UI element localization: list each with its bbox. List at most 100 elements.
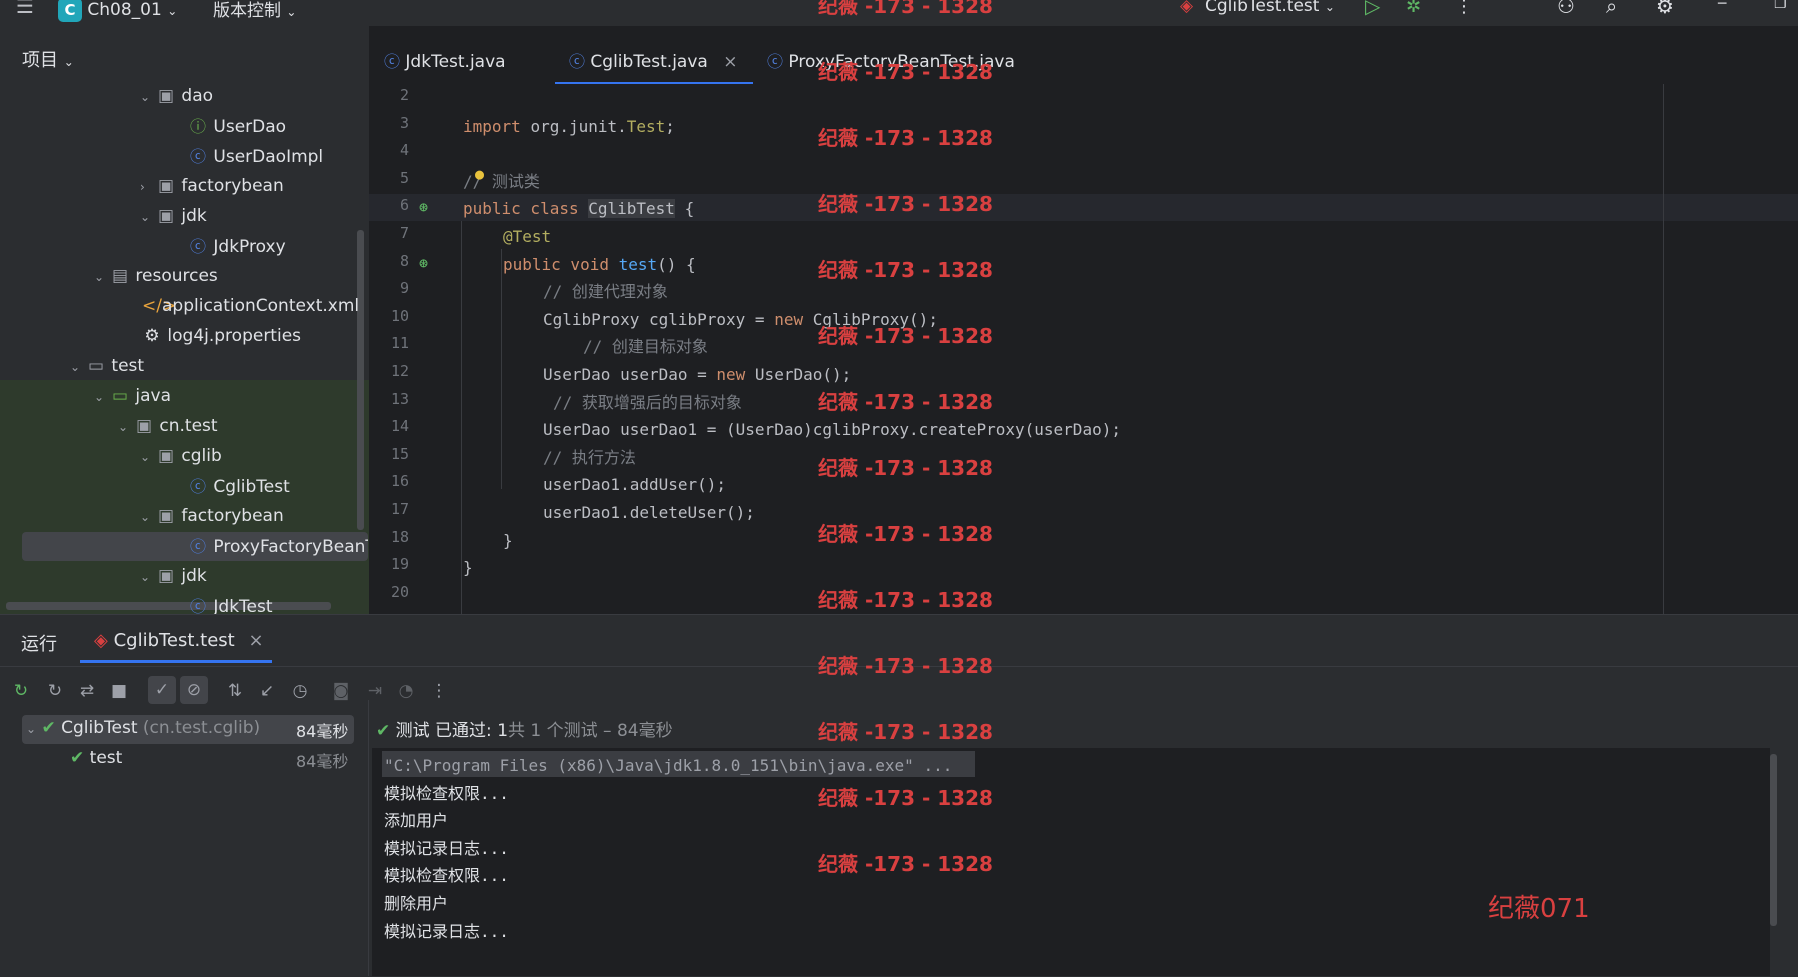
line-number: 16 — [390, 472, 409, 491]
project-title-label: 项目 — [22, 50, 58, 71]
package-icon: ▣ — [157, 506, 175, 526]
chevron-down-icon: ⌄ — [140, 210, 151, 224]
tree-folder-dao[interactable]: ⌄ ▣ dao — [140, 82, 213, 111]
tree-folder-cn-test[interactable]: ⌄ ▣ cn.test — [118, 412, 218, 441]
class-icon: ⓒ — [767, 52, 784, 71]
more-icon[interactable]: ⋮ — [1455, 0, 1473, 17]
show-ignored-icon[interactable]: ⊘ — [180, 676, 208, 704]
tab-cglibtest[interactable]: ⓒ CglibTest.java × — [569, 48, 737, 72]
code-token: UserDao userDao = — [543, 365, 717, 384]
watermark: 纪薇 -173 - 1328 — [818, 852, 993, 876]
code-token: } — [503, 530, 513, 550]
vcs-label: 版本控制 — [213, 1, 281, 21]
tree-folder-factorybean-test[interactable]: ⌄ ▣ factorybean — [140, 502, 284, 531]
close-icon[interactable]: × — [723, 52, 737, 72]
vcs-menu[interactable]: 版本控制 ⌄ — [213, 0, 296, 21]
project-switcher[interactable]: C Ch08_01 ⌄ — [58, 0, 177, 22]
watermark: 纪薇 -173 - 1328 — [818, 258, 993, 282]
line-number: 19 — [390, 555, 409, 574]
run-config-selector[interactable]: CglibTest.test ⌄ — [1205, 0, 1335, 16]
add-user-icon[interactable]: ⚇ — [1557, 0, 1575, 18]
run-icon[interactable]: ▷ — [1365, 0, 1380, 18]
code-line: // 获取增强后的目标对象 — [553, 389, 742, 416]
stop-icon[interactable]: ■ — [108, 680, 130, 702]
camera-icon[interactable]: ◙ — [330, 680, 352, 702]
debug-icon[interactable]: ✲ — [1406, 0, 1421, 17]
export-icon[interactable]: ⇥ — [364, 680, 386, 702]
project-scrollbar[interactable] — [357, 230, 364, 530]
code-token: ; — [665, 116, 675, 136]
code-token: UserDao userDao1 = (UserDao)cglibProxy.c… — [543, 420, 1121, 440]
console-line: 模拟检查权限... — [384, 866, 509, 886]
tree-item-log4j[interactable]: ⚙ log4j.properties — [142, 322, 301, 351]
lightbulb-icon[interactable]: ● — [475, 165, 484, 183]
tree-folder-java[interactable]: ⌄ ▭ java — [94, 382, 171, 411]
chevron-down-icon: ⌄ — [94, 390, 105, 404]
test-child-time: 84毫秒 — [296, 752, 349, 771]
minimize-icon[interactable]: ─ — [1718, 0, 1726, 12]
code-line: userDao1.addUser(); — [543, 471, 726, 498]
active-run-tab-indicator — [80, 660, 272, 663]
test-tree-child[interactable]: ✔ test — [70, 748, 122, 768]
more-icon[interactable]: ⋮ — [428, 680, 450, 702]
code-line: // 创建目标对象 — [583, 333, 708, 360]
chevron-down-icon: ⌄ — [140, 570, 151, 584]
chevron-down-icon: ⌄ — [26, 722, 37, 736]
tree-folder-factorybean[interactable]: › ▣ factorybean — [140, 172, 284, 201]
tree-item-cglibtest[interactable]: ⓒ CglibTest — [188, 472, 290, 501]
toggle-auto-test-icon[interactable]: ⇄ — [76, 680, 98, 702]
tree-item-proxyfactorybeantest[interactable]: ⓒ ProxyFactoryBeanT — [188, 532, 368, 561]
tab-label: JdkTest.java — [405, 52, 506, 72]
code-token: // 获取增强后的目标对象 — [553, 392, 742, 412]
console-output[interactable] — [372, 748, 1770, 976]
sort-icon[interactable]: ⇅ — [224, 680, 246, 702]
line-number: 10 — [390, 306, 409, 325]
line-number: 13 — [390, 389, 409, 408]
show-passed-icon[interactable]: ✓ — [148, 676, 176, 704]
code-lines: 2 3 4 5 6 7 8 9 10 11 12 13 14 15 16 17 18 19 20 import org… — [369, 84, 1798, 614]
tree-item-jdktest[interactable]: ⓒ JdkTest — [188, 592, 273, 614]
project-hscrollbar[interactable] — [6, 602, 331, 610]
rerun-failed-icon[interactable]: ↻ — [44, 680, 66, 702]
code-token: public class — [463, 199, 589, 219]
coverage-icon[interactable]: ◔ — [395, 680, 417, 702]
tree-folder-cglib[interactable]: ⌄ ▣ cglib — [140, 442, 222, 471]
console-line: 模拟记录日志... — [384, 838, 509, 858]
console-line: 添加用户 — [384, 811, 449, 831]
tree-item-userdao[interactable]: ⓘ UserDao — [188, 112, 286, 141]
main-menu-icon[interactable]: ☰ — [16, 0, 34, 18]
package-icon: ▣ — [157, 446, 175, 466]
tree-folder-jdk[interactable]: ⌄ ▣ jdk — [140, 202, 207, 231]
tree-item-userdaoimpl[interactable]: ⓒ UserDaoImpl — [188, 142, 323, 171]
restore-icon[interactable]: ❐ — [1774, 0, 1787, 12]
line-number: 18 — [390, 527, 409, 546]
run-gutter-icon[interactable]: ⊛ — [419, 198, 428, 216]
code-token: test — [618, 254, 658, 274]
project-panel-title[interactable]: 项目 ⌄ — [22, 46, 74, 72]
console-scrollbar[interactable] — [1770, 754, 1777, 926]
tree-label: ProxyFactoryBeanT — [213, 537, 368, 557]
tree-folder-test[interactable]: ⌄ ▭ test — [70, 352, 144, 381]
tree-label: factorybean — [181, 176, 284, 196]
close-icon[interactable]: × — [248, 630, 263, 651]
interface-icon: ⓘ — [189, 117, 206, 136]
code-line: } — [503, 527, 513, 554]
tab-jdktest[interactable]: ⓒ JdkTest.java — [384, 48, 506, 72]
line-number: 14 — [390, 417, 409, 436]
test-tree-root[interactable]: ⌄ ✔ CglibTest (cn.test.cglib) — [26, 718, 260, 738]
watermark: 纪薇 -173 - 1328 — [818, 522, 993, 546]
tree-item-jdkproxy[interactable]: ⓒ JdkProxy — [188, 232, 286, 261]
run-gutter-icon[interactable]: ⊛ — [419, 254, 428, 272]
history-icon[interactable]: ◷ — [289, 680, 311, 702]
rerun-icon[interactable]: ↻ — [10, 680, 32, 702]
code-token: () { — [657, 254, 696, 274]
run-tab[interactable]: ◈ CglibTest.test × — [94, 630, 264, 651]
settings-icon[interactable]: ⚙ — [1656, 0, 1674, 18]
chevron-right-icon: › — [140, 180, 145, 194]
search-icon[interactable]: ⌕ — [1606, 0, 1617, 18]
tree-folder-resources[interactable]: ⌄ ▤ resources — [94, 262, 218, 291]
tree-item-applicationcontext[interactable]: </>applicationContext.xml — [142, 292, 359, 321]
tree-label: JdkProxy — [213, 237, 286, 257]
import-icon[interactable]: ↙ — [256, 680, 278, 702]
tree-folder-jdk-test[interactable]: ⌄ ▣ jdk — [140, 562, 207, 591]
